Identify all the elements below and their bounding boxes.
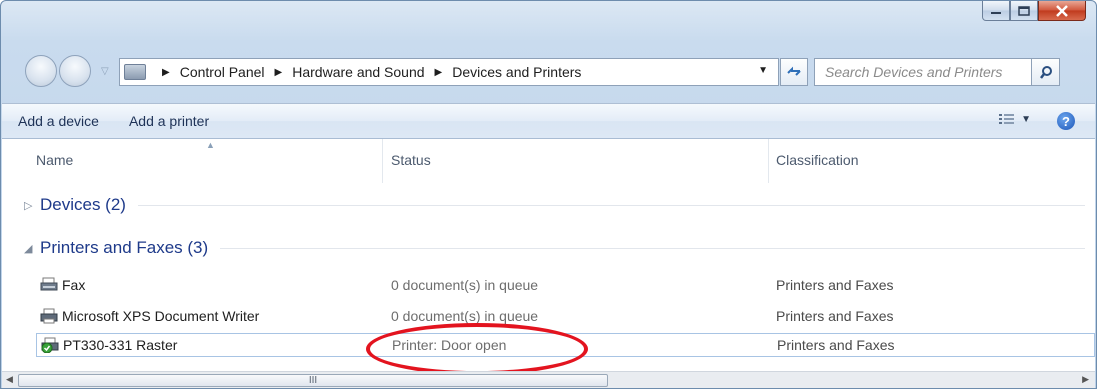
breadcrumb-devices-and-printers[interactable]: Devices and Printers [452,64,581,80]
address-bar[interactable]: ▶ Control Panel ▶ Hardware and Sound ▶ D… [119,58,779,86]
printer-icon [40,308,58,324]
device-status: 0 document(s) in queue [391,277,539,293]
view-options-button[interactable]: ▼ [999,113,1031,125]
breadcrumb-hardware-and-sound[interactable]: Hardware and Sound [292,64,424,80]
search-icon [1039,66,1052,79]
group-divider [220,247,1085,249]
refresh-button[interactable] [780,58,808,86]
command-bar: Add a device Add a printer ▼ ? [2,103,1095,139]
scroll-right-arrow-icon[interactable]: ▶ [1082,374,1089,385]
close-icon [1056,4,1068,17]
device-name: Fax [62,277,86,293]
fax-icon [40,277,58,291]
list-item-pt330-331-raster[interactable]: PT330-331 Raster Printer: Door open Prin… [36,333,1095,357]
group-devices[interactable]: ▷ Devices (2) [2,190,1095,220]
address-row: ▽ ▶ Control Panel ▶ Hardware and Sound ▶… [1,43,1096,103]
add-printer-button[interactable]: Add a printer [121,109,217,133]
column-name[interactable]: Name [36,152,73,168]
recent-pages-dropdown[interactable]: ▽ [101,66,109,77]
default-printer-icon [41,337,59,353]
search-button[interactable] [1032,58,1060,86]
refresh-icon [787,66,801,76]
expand-arrow-icon[interactable]: ▷ [24,199,38,212]
caption-buttons [982,1,1086,25]
scrollbar-grip: III [308,375,318,386]
devices-and-printers-window: ▽ ▶ Control Panel ▶ Hardware and Sound ▶… [0,0,1097,389]
device-classification: Printers and Faxes [776,277,894,293]
column-status[interactable]: Status [391,152,431,168]
search-placeholder: Search Devices and Printers [825,64,1003,80]
column-divider[interactable] [768,139,769,183]
breadcrumb-control-panel[interactable]: Control Panel [180,64,265,80]
group-divider [137,204,1085,206]
forward-button[interactable] [59,55,91,87]
horizontal-scrollbar[interactable]: ◀ III ▶ [2,371,1095,388]
view-dropdown-icon[interactable]: ▼ [1021,114,1031,125]
back-button[interactable] [25,55,57,87]
help-icon: ? [1062,113,1070,129]
list-item-fax[interactable]: Fax 0 document(s) in queue Printers and … [36,273,1095,297]
add-device-button[interactable]: Add a device [10,109,107,133]
search-input[interactable]: Search Devices and Printers [814,58,1032,86]
list-item-xps-writer[interactable]: Microsoft XPS Document Writer 0 document… [36,304,1095,328]
device-classification: Printers and Faxes [777,337,895,353]
group-label: Printers and Faxes (3) [40,238,209,257]
device-name: Microsoft XPS Document Writer [62,308,260,324]
column-divider[interactable] [382,139,383,183]
device-status: 0 document(s) in queue [391,308,539,324]
breadcrumb-chevron-icon[interactable]: ▶ [275,67,283,78]
breadcrumb-chevron-icon[interactable]: ▶ [162,67,170,78]
group-printers-and-faxes[interactable]: ◢ Printers and Faxes (3) [2,233,1095,263]
view-options-icon [999,114,1015,124]
breadcrumb-chevron-icon[interactable]: ▶ [435,67,443,78]
maximize-button[interactable] [1010,1,1038,21]
maximize-icon [1018,5,1030,16]
control-panel-icon [124,64,146,80]
minimize-icon [991,11,1001,14]
help-button[interactable]: ? [1057,112,1075,130]
close-button[interactable] [1038,1,1086,21]
device-name: PT330-331 Raster [63,337,178,353]
device-classification: Printers and Faxes [776,308,894,324]
content-pane: ▲ Name Status Classification ▷ Devices (… [2,139,1095,371]
address-dropdown-icon[interactable]: ▼ [758,65,768,76]
minimize-button[interactable] [982,1,1010,21]
scroll-left-arrow-icon[interactable]: ◀ [6,374,13,385]
column-classification[interactable]: Classification [776,152,858,168]
collapse-arrow-icon[interactable]: ◢ [24,242,38,255]
column-header: ▲ Name Status Classification [2,139,1095,183]
sort-ascending-icon: ▲ [206,140,215,150]
scrollbar-thumb[interactable]: III [18,374,608,387]
device-status: Printer: Door open [392,337,507,353]
group-label: Devices (2) [40,195,126,214]
